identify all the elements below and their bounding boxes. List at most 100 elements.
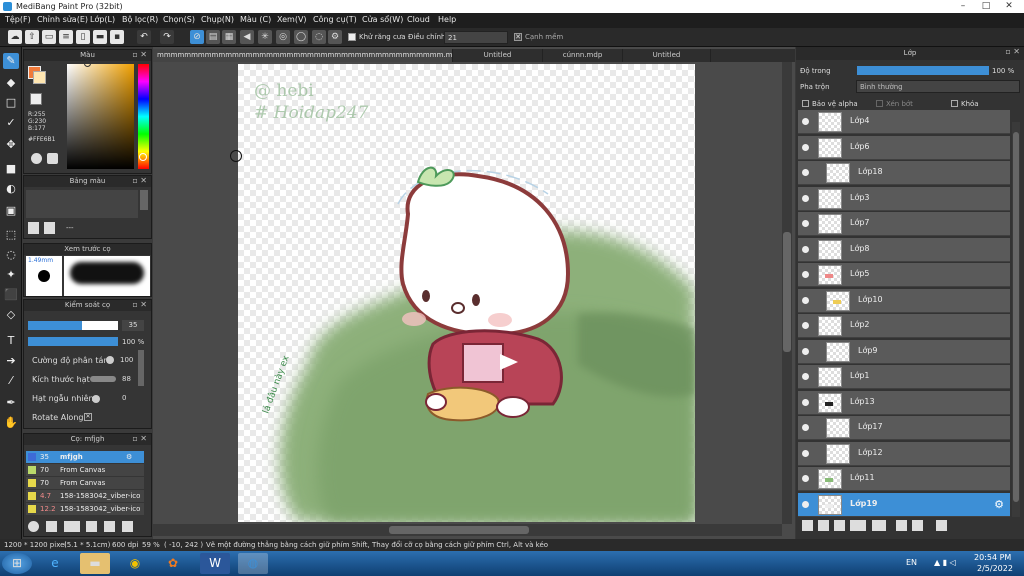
paint-icon[interactable]: ✿ bbox=[158, 553, 188, 574]
eye-icon[interactable] bbox=[802, 424, 809, 431]
language-indicator[interactable]: EN bbox=[906, 558, 917, 567]
brush-copy-icon[interactable] bbox=[86, 521, 97, 532]
parallel-snap-icon[interactable]: ▤ bbox=[206, 30, 220, 44]
no-snap-icon[interactable]: ⊘ bbox=[190, 30, 204, 44]
new-palette-icon[interactable] bbox=[28, 222, 39, 234]
lasso-tool-icon[interactable]: ◌ bbox=[3, 247, 19, 263]
upload-icon[interactable]: ⇧ bbox=[25, 30, 39, 44]
eye-icon[interactable] bbox=[802, 475, 809, 482]
explorer-icon[interactable]: ▬ bbox=[80, 553, 110, 574]
close-button[interactable]: ✕ bbox=[998, 1, 1020, 12]
bucket-tool-icon[interactable]: ◐ bbox=[3, 181, 19, 197]
maximize-button[interactable]: □ bbox=[975, 1, 997, 12]
tray-icons[interactable]: ▲ ▮ ◁ bbox=[934, 558, 956, 567]
menu-cloud[interactable]: Cloud bbox=[407, 15, 430, 24]
brush-control-scrollbar[interactable] bbox=[138, 350, 144, 386]
brush-new-icon[interactable] bbox=[46, 521, 57, 532]
list-item[interactable]: 12.2 158-1583042_viber-ico bbox=[26, 503, 144, 515]
redo-icon[interactable]: ↷ bbox=[160, 30, 174, 44]
layer-opacity-slider[interactable] bbox=[857, 66, 989, 75]
hue-handle[interactable] bbox=[139, 153, 147, 161]
eye-icon[interactable] bbox=[802, 373, 809, 380]
word-icon[interactable]: W bbox=[200, 553, 230, 574]
grid-snap-icon[interactable]: ▦ bbox=[222, 30, 236, 44]
layer-row[interactable]: Lớp9 bbox=[798, 339, 1010, 364]
palette-scrollbar[interactable] bbox=[140, 190, 148, 210]
layer-row[interactable]: Lớp7 bbox=[798, 212, 1010, 236]
rect-tool-icon[interactable]: □ bbox=[3, 95, 19, 111]
brush-duplicate-icon[interactable] bbox=[122, 521, 133, 532]
menu-edit[interactable]: Chỉnh sửa(E) bbox=[37, 15, 88, 24]
list-item[interactable]: 35 mfjgh ⚙ bbox=[26, 451, 144, 463]
menu-file[interactable]: Tệp(F) bbox=[5, 15, 31, 24]
clock-time[interactable]: 20:54 PM bbox=[974, 553, 1011, 562]
menu-snap[interactable]: Chụp(N) bbox=[201, 15, 234, 24]
circle-snap-icon[interactable]: ◎ bbox=[276, 30, 290, 44]
eraser-tool-icon[interactable]: ◆ bbox=[3, 75, 19, 91]
select-eraser-icon[interactable]: ◇ bbox=[3, 307, 19, 323]
layer-row[interactable]: Lớp1 bbox=[798, 365, 1010, 389]
new-file-icon[interactable]: ▯ bbox=[76, 30, 90, 44]
scatter-slider[interactable] bbox=[106, 356, 114, 364]
brush-folder-icon[interactable] bbox=[104, 521, 115, 532]
clipping-checkbox[interactable] bbox=[876, 100, 883, 107]
brush-upload-icon[interactable] bbox=[28, 521, 39, 532]
new-layer-icon[interactable] bbox=[802, 520, 813, 531]
undo-icon[interactable]: ↶ bbox=[137, 30, 151, 44]
eye-icon[interactable] bbox=[802, 271, 809, 278]
stack-icon[interactable]: ≡ bbox=[59, 30, 73, 44]
lock-checkbox[interactable] bbox=[951, 100, 958, 107]
minimize-button[interactable]: – bbox=[952, 1, 974, 12]
menu-help[interactable]: Help bbox=[438, 15, 456, 24]
layer-row[interactable]: Lớp19 ⚙ bbox=[798, 492, 1010, 517]
layer-row[interactable]: Lớp12 bbox=[798, 441, 1010, 466]
blend-mode-select[interactable]: Bình thường bbox=[856, 80, 1020, 93]
menu-color[interactable]: Màu (C) bbox=[240, 15, 271, 24]
ie-icon[interactable]: e bbox=[40, 553, 70, 574]
add-layer-menu-icon[interactable] bbox=[850, 520, 866, 531]
soft-edge-checkbox[interactable]: ✕ bbox=[514, 33, 522, 41]
drawing-canvas[interactable]: @ hebi # Hoidap247 lá đâu này ex bbox=[238, 64, 695, 522]
clock-date[interactable]: 2/5/2022 bbox=[977, 564, 1013, 573]
layer-scrollbar[interactable] bbox=[1012, 122, 1020, 517]
text-tool-icon[interactable]: T bbox=[3, 333, 19, 349]
palette-close-icon[interactable]: ▫ ✕ bbox=[132, 176, 147, 185]
select-tool-icon[interactable]: ⬚ bbox=[3, 227, 19, 243]
menu-view[interactable]: Xem(V) bbox=[277, 15, 307, 24]
tab-3[interactable]: cúnnn.mdp bbox=[543, 49, 623, 62]
layer-row[interactable]: Lớp6 bbox=[798, 135, 1010, 160]
radial-snap-icon[interactable]: ✳ bbox=[258, 30, 272, 44]
new-layer-alt-icon[interactable] bbox=[818, 520, 829, 531]
canvas-vertical-scrollbar[interactable] bbox=[782, 62, 792, 524]
eye-icon[interactable] bbox=[802, 118, 809, 125]
brush-opacity-slider[interactable] bbox=[28, 337, 118, 346]
hand-tool-icon[interactable]: ✋ bbox=[3, 415, 19, 431]
transparent-color-swatch[interactable] bbox=[30, 93, 42, 105]
trash-icon[interactable] bbox=[44, 222, 55, 234]
move-tool-icon[interactable]: ✥ bbox=[3, 137, 19, 153]
brush-size-input[interactable]: 35 bbox=[122, 320, 144, 331]
ellipse-snap-icon[interactable]: ◌ bbox=[312, 30, 326, 44]
eye-icon[interactable] bbox=[802, 169, 809, 176]
magic-wand-icon[interactable]: ✦ bbox=[3, 267, 19, 283]
merge-layer-icon[interactable] bbox=[912, 520, 923, 531]
antialias-checkbox[interactable] bbox=[348, 33, 356, 41]
color-picker-icon[interactable] bbox=[47, 153, 58, 164]
color-wheel-icon[interactable] bbox=[31, 153, 42, 164]
check-tool-icon[interactable]: ✓ bbox=[3, 115, 19, 131]
menu-window[interactable]: Cửa sổ(W) bbox=[362, 15, 403, 24]
select-pen-icon[interactable]: ⬛ bbox=[3, 287, 19, 303]
settings-icon[interactable]: ⚙ bbox=[328, 30, 342, 44]
delete-layer-icon[interactable] bbox=[936, 520, 947, 531]
list-item[interactable]: 70 From Canvas bbox=[26, 464, 144, 476]
medibang-icon[interactable]: ◍ bbox=[238, 553, 268, 574]
curve-snap-icon[interactable]: ◯ bbox=[294, 30, 308, 44]
fill-rect-tool-icon[interactable]: ■ bbox=[3, 161, 19, 177]
menu-filter[interactable]: Bộ lọc(R) bbox=[122, 15, 158, 24]
tab-4[interactable]: Untitled bbox=[623, 49, 711, 62]
brush-size-slider[interactable] bbox=[28, 321, 118, 330]
brush-tool-icon[interactable]: ✎ bbox=[3, 53, 19, 69]
folder-icon[interactable]: ▬ bbox=[93, 30, 107, 44]
brush-add-icon[interactable] bbox=[64, 521, 80, 532]
panel-close-icon[interactable]: ▫ ✕ bbox=[132, 50, 147, 59]
